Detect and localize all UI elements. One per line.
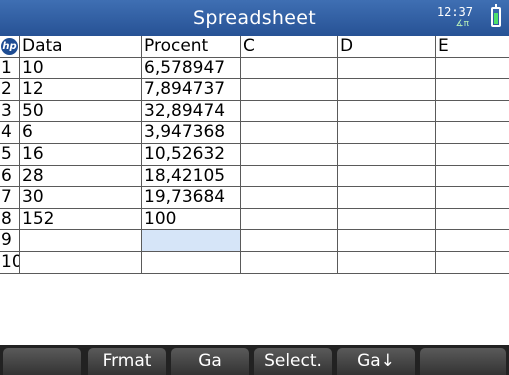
- app-title: Spreadsheet: [193, 7, 316, 29]
- row-number[interactable]: 7: [0, 187, 20, 208]
- angle-mode-indicator: ∡π: [455, 19, 470, 29]
- select-softkey[interactable]: Select.: [254, 348, 332, 375]
- spreadsheet-grid: hp Data Procent C D E 1 10 6,578947 2 12…: [0, 36, 509, 274]
- row-number[interactable]: 4: [0, 122, 20, 143]
- column-header-e[interactable]: E: [436, 36, 509, 57]
- cell-c[interactable]: [241, 79, 338, 100]
- column-header-row: hp Data Procent C D E: [0, 36, 509, 58]
- row-number[interactable]: 3: [0, 100, 20, 122]
- softkey-6[interactable]: [420, 348, 506, 375]
- table-row: 4 6 3,947368: [0, 122, 509, 144]
- cell-c[interactable]: [241, 230, 338, 251]
- cell-data[interactable]: 10: [20, 57, 142, 79]
- cell-e[interactable]: [436, 79, 509, 100]
- column-header-a[interactable]: Data: [20, 36, 142, 57]
- clock: 12:37: [436, 5, 473, 19]
- title-bar: Spreadsheet 12:37 ∡π: [0, 0, 509, 36]
- cell-e[interactable]: [436, 230, 509, 251]
- column-header-d[interactable]: D: [338, 36, 436, 57]
- cell-e[interactable]: [436, 122, 509, 143]
- cell-data[interactable]: 16: [20, 143, 142, 165]
- go-direction-softkey[interactable]: Ga↓: [337, 348, 415, 375]
- cell-d[interactable]: [338, 251, 436, 273]
- column-header-c[interactable]: C: [241, 36, 338, 57]
- cell-e[interactable]: [436, 58, 509, 79]
- cell-procent[interactable]: 10,52632: [142, 143, 241, 165]
- format-softkey[interactable]: Frmat: [88, 348, 166, 375]
- cell-d[interactable]: [338, 165, 436, 187]
- cell-c[interactable]: [241, 251, 338, 273]
- cell-c[interactable]: [241, 57, 338, 79]
- selected-cell[interactable]: [142, 230, 241, 251]
- cell-e[interactable]: [436, 252, 509, 273]
- battery-icon: [491, 4, 501, 27]
- cell-d[interactable]: [338, 187, 436, 208]
- cell-e[interactable]: [436, 101, 509, 122]
- cell-procent[interactable]: 100: [142, 208, 241, 230]
- cell-procent[interactable]: [142, 251, 241, 273]
- cell-d[interactable]: [338, 100, 436, 122]
- row-number[interactable]: 10: [0, 251, 20, 273]
- cell-e[interactable]: [436, 187, 509, 208]
- column-header-b[interactable]: Procent: [142, 36, 241, 57]
- cell-e[interactable]: [436, 209, 509, 230]
- cell-data[interactable]: 152: [20, 208, 142, 230]
- softkey-1[interactable]: [3, 348, 81, 375]
- hp-logo-icon: hp: [1, 38, 18, 55]
- cell-c[interactable]: [241, 122, 338, 143]
- cell-procent[interactable]: 19,73684: [142, 187, 241, 208]
- table-row: 10: [0, 251, 509, 274]
- cell-c[interactable]: [241, 187, 338, 208]
- cell-d[interactable]: [338, 57, 436, 79]
- cell-d[interactable]: [338, 143, 436, 165]
- cell-e[interactable]: [436, 166, 509, 187]
- row-number[interactable]: 6: [0, 165, 20, 187]
- cell-d[interactable]: [338, 230, 436, 251]
- calculator-screen: Spreadsheet 12:37 ∡π hp Data Procent C D…: [0, 0, 509, 375]
- cell-data[interactable]: [20, 251, 142, 273]
- row-number[interactable]: 9: [0, 230, 20, 251]
- cell-data[interactable]: 50: [20, 100, 142, 122]
- cell-procent[interactable]: 6,578947: [142, 57, 241, 79]
- cell-procent[interactable]: 7,894737: [142, 79, 241, 100]
- row-number[interactable]: 2: [0, 79, 20, 100]
- cell-data[interactable]: [20, 230, 142, 251]
- cell-d[interactable]: [338, 122, 436, 143]
- table-row: 9: [0, 230, 509, 252]
- table-row: 8 152 100: [0, 208, 509, 231]
- cell-c[interactable]: [241, 208, 338, 230]
- cell-d[interactable]: [338, 79, 436, 100]
- cell-data[interactable]: 30: [20, 187, 142, 208]
- table-row: 5 16 10,52632: [0, 143, 509, 166]
- table-row: 6 28 18,42105: [0, 165, 509, 188]
- row-number[interactable]: 5: [0, 143, 20, 165]
- cell-d[interactable]: [338, 208, 436, 230]
- cell-data[interactable]: 28: [20, 165, 142, 187]
- goto-softkey[interactable]: Ga: [171, 348, 249, 375]
- cell-c[interactable]: [241, 165, 338, 187]
- battery-level: [494, 13, 498, 24]
- table-row: 3 50 32,89474: [0, 100, 509, 123]
- cell-c[interactable]: [241, 143, 338, 165]
- cell-e[interactable]: [436, 144, 509, 165]
- cell-procent[interactable]: 18,42105: [142, 165, 241, 187]
- cell-data[interactable]: 12: [20, 79, 142, 100]
- cell-procent[interactable]: 32,89474: [142, 100, 241, 122]
- cell-procent[interactable]: 3,947368: [142, 122, 241, 143]
- corner-cell[interactable]: hp: [0, 36, 20, 57]
- row-number[interactable]: 1: [0, 57, 20, 79]
- row-number[interactable]: 8: [0, 208, 20, 230]
- table-row: 1 10 6,578947: [0, 57, 509, 80]
- softkey-menu: Frmat Ga Select. Ga↓: [0, 345, 509, 375]
- table-row: 7 30 19,73684: [0, 187, 509, 209]
- cell-data[interactable]: 6: [20, 122, 142, 143]
- cell-c[interactable]: [241, 100, 338, 122]
- table-row: 2 12 7,894737: [0, 79, 509, 101]
